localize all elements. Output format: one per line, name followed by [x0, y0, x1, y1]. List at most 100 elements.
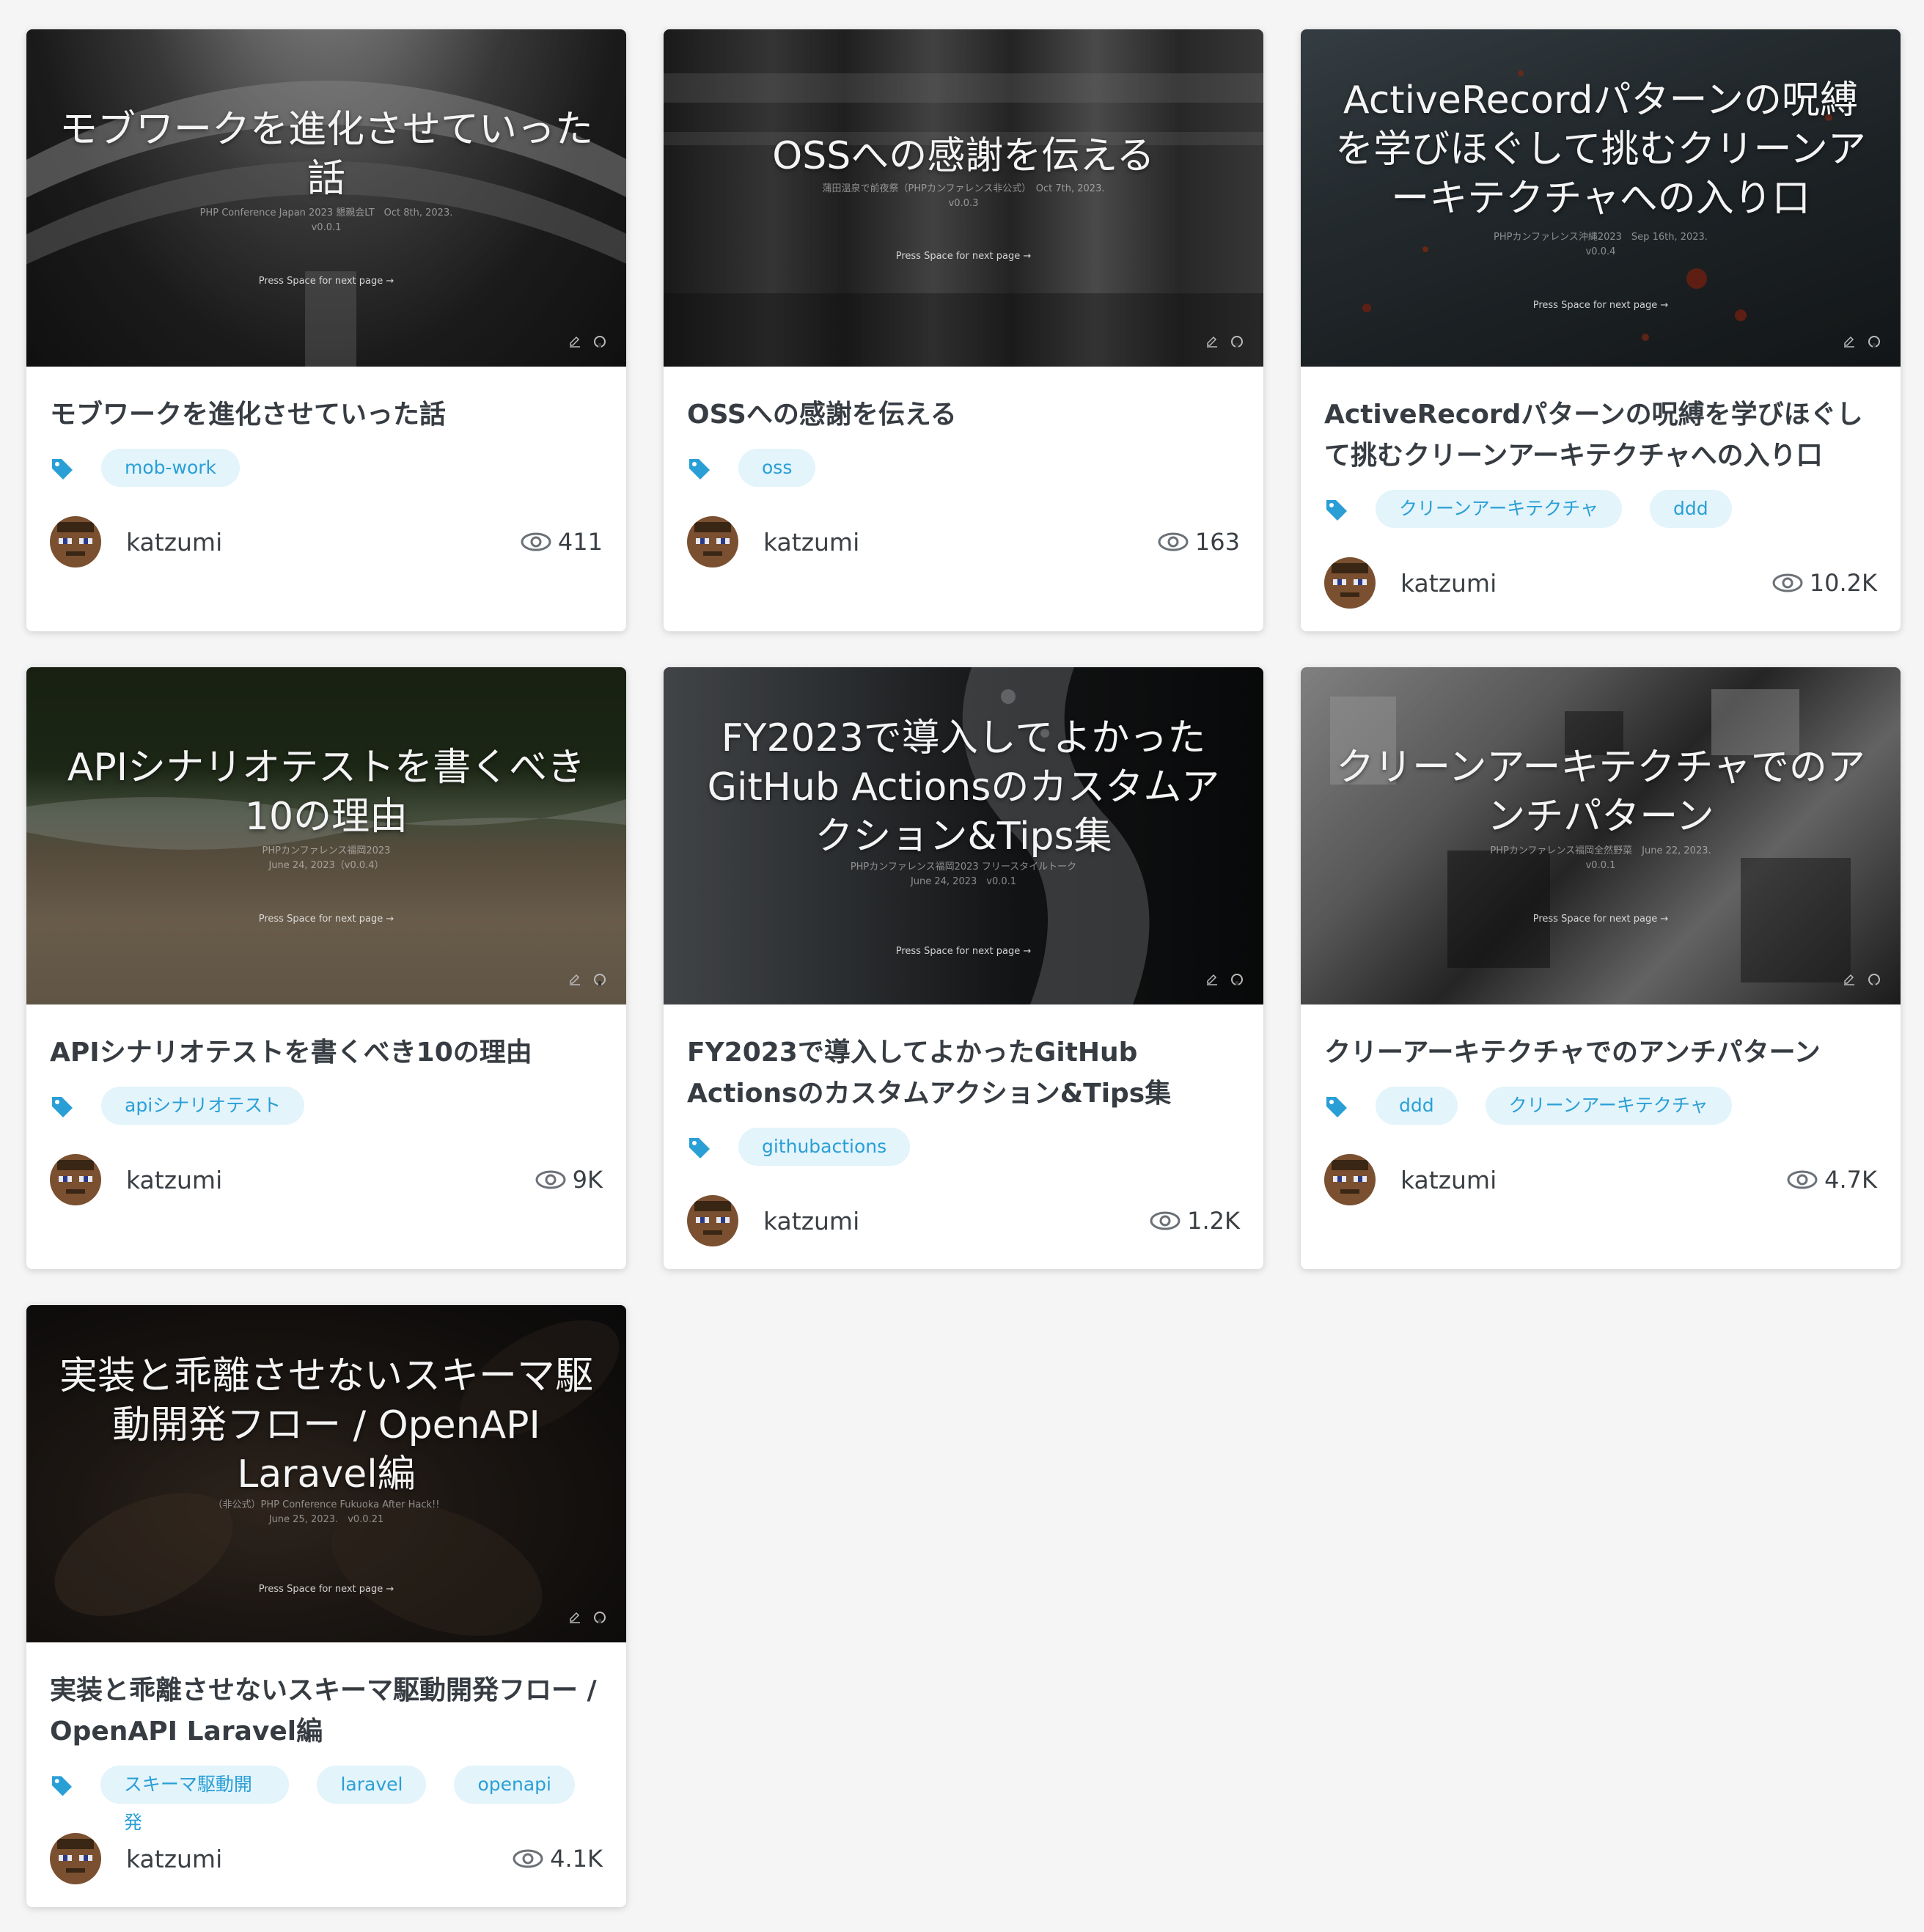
card-meta: katzumi 9K — [50, 1153, 603, 1207]
slide-thumbnail[interactable]: モブワークを進化させていった話 PHP Conference Japan 202… — [26, 29, 626, 367]
pencil-icon — [570, 1612, 580, 1623]
slide-card[interactable]: FY2023で導入してよかったGitHub Actionsのカスタムアクション&… — [664, 667, 1263, 1269]
slide-thumbnail[interactable]: OSSへの感謝を伝える 蒲田温泉で前夜祭（PHPカンファレンス非公式） Oct … — [664, 29, 1263, 367]
eye-icon — [1787, 1170, 1818, 1189]
author-name[interactable]: katzumi — [126, 528, 520, 557]
slide-title-text: モブワークを進化させていった話 — [59, 108, 593, 201]
card-title[interactable]: FY2023で導入してよかったGitHub Actionsのカスタムアクション&… — [687, 1032, 1240, 1114]
view-count: 9K — [535, 1166, 603, 1194]
slide-press-hint: Press Space for next page → — [895, 251, 1032, 262]
github-icon — [1231, 336, 1243, 348]
pencil-icon — [1844, 974, 1854, 985]
view-count-value: 9K — [572, 1166, 603, 1194]
slide-version: June 24, 2023（v0.0.4） — [268, 860, 384, 871]
tag-icon — [51, 1776, 73, 1796]
view-count: 163 — [1157, 528, 1240, 556]
tag-chip[interactable]: クリーンアーキテクチャ — [1485, 1087, 1732, 1125]
view-count-value: 4.1K — [550, 1845, 603, 1873]
tag-chip[interactable]: クリーンアーキテクチャ — [1376, 490, 1623, 528]
slide-thumbnail[interactable]: 実装と乖離させないスキーマ駆動開発フロー / OpenAPI Laravel編 … — [26, 1305, 626, 1642]
card-title[interactable]: モブワークを進化させていった話 — [50, 394, 603, 436]
slide-thumbnail[interactable]: ActiveRecordパターンの呪縛を学びほぐして挑むクリーンアーキテクチャへ… — [1301, 29, 1901, 367]
tag-list: apiシナリオテスト — [50, 1087, 603, 1125]
slide-card[interactable]: 実装と乖離させないスキーマ駆動開発フロー / OpenAPI Laravel編 … — [26, 1305, 626, 1907]
author-name[interactable]: katzumi — [126, 1845, 512, 1873]
slide-press-hint: Press Space for next page → — [895, 946, 1032, 957]
author-name[interactable]: katzumi — [763, 528, 1157, 557]
card-title[interactable]: OSSへの感謝を伝える — [687, 394, 1240, 436]
eye-icon — [513, 1849, 543, 1868]
slide-press-hint: Press Space for next page → — [258, 276, 394, 287]
slide-title-text: OSSへの感謝を伝える — [772, 134, 1155, 178]
slide-thumbnail[interactable]: APIシナリオテストを書くべき10の理由 PHPカンファレンス福岡2023 Ju… — [26, 667, 626, 1004]
card-meta: katzumi 4.1K — [50, 1832, 603, 1886]
tag-icon — [52, 1097, 73, 1117]
slide-version: v0.0.3 — [948, 198, 979, 209]
view-count: 10.2K — [1771, 569, 1877, 597]
tag-chip[interactable]: githubactions — [738, 1128, 911, 1166]
card-meta: katzumi 10.2K — [1324, 556, 1877, 610]
tag-icon — [1326, 1097, 1347, 1117]
card-meta: katzumi 163 — [687, 515, 1240, 569]
card-title[interactable]: 実装と乖離させないスキーマ駆動開発フロー / OpenAPI Laravel編 — [50, 1670, 603, 1752]
pencil-icon — [1207, 974, 1217, 985]
avatar[interactable] — [50, 1154, 101, 1205]
card-title[interactable]: APIシナリオテストを書くべき10の理由 — [50, 1032, 603, 1073]
slide-title-text: クリーンアーキテクチャでのアンチパターン — [1336, 746, 1865, 839]
slide-press-hint: Press Space for next page → — [258, 914, 394, 925]
card-meta: katzumi 4.7K — [1324, 1153, 1877, 1207]
tag-list: ddd クリーンアーキテクチャ — [1324, 1087, 1877, 1125]
pencil-icon — [1207, 336, 1217, 348]
author-name[interactable]: katzumi — [763, 1207, 1149, 1235]
github-icon — [1868, 336, 1880, 348]
slide-thumbnail[interactable]: クリーンアーキテクチャでのアンチパターン PHPカンファレンス福岡全然野菜 Ju… — [1301, 667, 1901, 1004]
slide-press-hint: Press Space for next page → — [258, 1584, 394, 1595]
author-name[interactable]: katzumi — [126, 1166, 535, 1194]
tag-chip[interactable]: mob-work — [101, 449, 240, 487]
slide-subtitle: 蒲田温泉で前夜祭（PHPカンファレンス非公式） Oct 7th, 2023. — [822, 183, 1105, 194]
tag-chip[interactable]: openapi — [454, 1766, 575, 1804]
view-count-value: 10.2K — [1809, 569, 1877, 597]
avatar[interactable] — [50, 516, 101, 568]
avatar[interactable] — [1324, 557, 1376, 609]
slide-subtitle: PHPカンファレンス福岡2023 フリースタイルトーク — [850, 862, 1077, 873]
tag-chip[interactable]: apiシナリオテスト — [101, 1087, 305, 1125]
tag-list: oss — [687, 449, 1240, 487]
eye-icon — [535, 1170, 566, 1189]
tag-chip[interactable]: laravel — [317, 1766, 427, 1804]
avatar[interactable] — [687, 1195, 738, 1246]
github-icon — [1868, 974, 1880, 985]
card-title[interactable]: ActiveRecordパターンの呪縛を学びほぐして挑むクリーンアーキテクチャへ… — [1324, 394, 1877, 477]
slide-card[interactable]: モブワークを進化させていった話 PHP Conference Japan 202… — [26, 29, 626, 631]
avatar[interactable] — [1324, 1154, 1376, 1205]
slide-card[interactable]: APIシナリオテストを書くべき10の理由 PHPカンファレンス福岡2023 Ju… — [26, 667, 626, 1269]
slide-card[interactable]: クリーンアーキテクチャでのアンチパターン PHPカンファレンス福岡全然野菜 Ju… — [1301, 667, 1901, 1269]
author-name[interactable]: katzumi — [1400, 1166, 1786, 1194]
slide-subtitle: PHPカンファレンス沖縄2023 Sep 16th, 2023. — [1494, 232, 1708, 243]
tag-chip[interactable]: ddd — [1376, 1087, 1458, 1125]
pencil-icon — [570, 336, 580, 348]
eye-icon — [1772, 573, 1803, 592]
tag-chip[interactable]: oss — [738, 449, 816, 487]
avatar[interactable] — [50, 1833, 101, 1884]
tag-list: スキーマ駆動開発 laravel openapi — [50, 1766, 603, 1833]
github-icon — [594, 974, 606, 985]
slide-version: v0.0.1 — [311, 222, 342, 233]
eye-icon — [1150, 1211, 1181, 1230]
view-count: 4.1K — [512, 1845, 603, 1873]
tag-chip[interactable]: ddd — [1650, 490, 1732, 528]
avatar[interactable] — [687, 516, 738, 568]
slide-card[interactable]: ActiveRecordパターンの呪縛を学びほぐして挑むクリーンアーキテクチャへ… — [1301, 29, 1901, 631]
tag-list: mob-work — [50, 449, 603, 487]
tag-chip[interactable]: スキーマ駆動開発 — [100, 1766, 290, 1833]
tag-list: githubactions — [687, 1128, 1240, 1166]
slide-card[interactable]: OSSへの感謝を伝える 蒲田温泉で前夜祭（PHPカンファレンス非公式） Oct … — [664, 29, 1263, 631]
eye-icon — [521, 532, 551, 551]
author-name[interactable]: katzumi — [1400, 569, 1771, 598]
card-meta: katzumi 411 — [50, 515, 603, 569]
slide-thumbnail[interactable]: FY2023で導入してよかったGitHub Actionsのカスタムアクション&… — [664, 667, 1263, 1004]
card-title[interactable]: クリーアーキテクチャでのアンチパターン — [1324, 1032, 1877, 1073]
slide-title-text: ActiveRecordパターンの呪縛を学びほぐして挑むクリーンアーキテクチャへ… — [1335, 78, 1866, 221]
slide-press-hint: Press Space for next page → — [1532, 914, 1669, 925]
pencil-icon — [1844, 336, 1854, 348]
